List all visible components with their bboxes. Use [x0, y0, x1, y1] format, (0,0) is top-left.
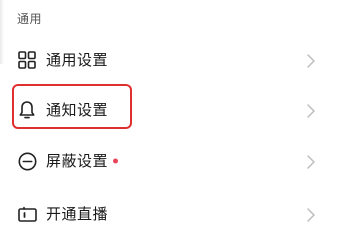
bell-icon [17, 100, 37, 120]
section-title: 通用 [17, 12, 43, 26]
chevron-right-icon [306, 154, 316, 169]
menu-item-general-settings[interactable]: 通用设置 [0, 34, 340, 86]
menu-item-label: 开通直播 [46, 205, 109, 223]
grid-icon [17, 50, 37, 70]
notification-dot [113, 158, 118, 164]
menu-item-notification-settings[interactable]: 通知设置 [0, 84, 340, 136]
menu-item-label: 屏蔽设置 [46, 152, 109, 170]
menu-item-start-live[interactable]: 开通直播 [0, 188, 340, 240]
minus-circle-icon [17, 151, 37, 171]
chevron-right-icon [306, 207, 316, 222]
chevron-right-icon [306, 103, 316, 118]
menu-item-label: 通知设置 [46, 101, 109, 119]
chevron-right-icon [306, 53, 316, 68]
menu-item-label: 通用设置 [46, 51, 109, 69]
menu-item-block-settings[interactable]: 屏蔽设置 [0, 135, 340, 187]
live-camera-icon [17, 204, 37, 224]
settings-page: 通用 通用设置 通知设置 屏蔽设置 开通直播 [0, 0, 340, 240]
